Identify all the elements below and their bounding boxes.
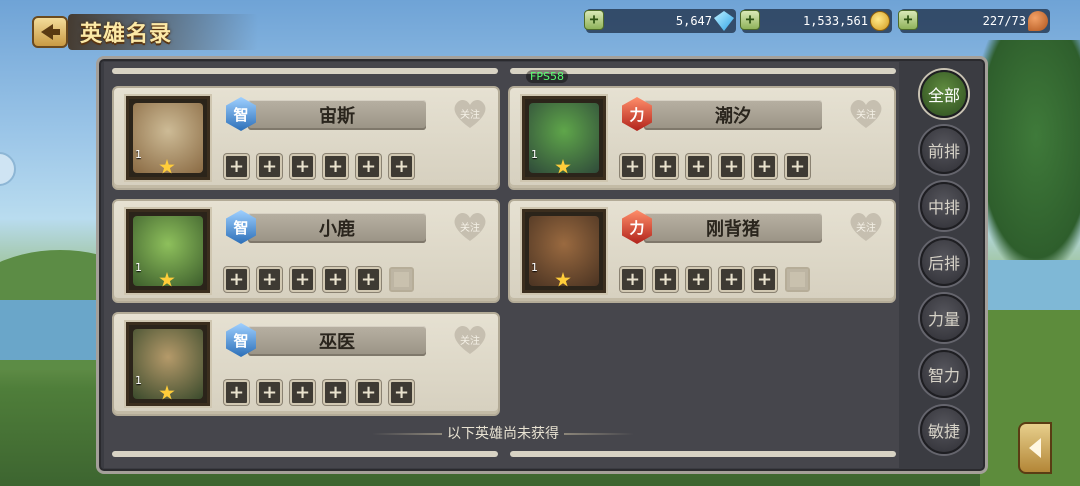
gold-counter: + 1,533,561 xyxy=(740,9,892,33)
back-button[interactable] xyxy=(32,16,68,48)
hero-name: 小鹿 xyxy=(248,213,426,243)
equipment-slots: + + + + + + xyxy=(620,154,810,179)
equipment-slots: + + + + + + xyxy=(224,380,414,405)
meat-icon xyxy=(1028,11,1048,31)
equipment-slot-add[interactable]: + xyxy=(356,267,381,292)
unowned-divider: 以下英雄尚未获得 xyxy=(372,424,634,442)
equipment-slots: + + + + + + xyxy=(224,154,414,179)
hero-level: 1 xyxy=(135,148,142,161)
equipment-slot-empty[interactable] xyxy=(389,267,414,292)
equipment-slot-add[interactable]: + xyxy=(389,154,414,179)
follow-heart-button[interactable]: 关注 xyxy=(452,322,488,356)
scroll-edge-bottom-right xyxy=(510,451,896,457)
equipment-slot-add[interactable]: + xyxy=(686,267,711,292)
equipment-slot-add[interactable]: + xyxy=(356,380,381,405)
equipment-slot-add[interactable]: + xyxy=(785,154,810,179)
chevron-left-icon xyxy=(1029,438,1041,458)
back-arrow-icon xyxy=(41,24,60,40)
equipment-slot-add[interactable]: + xyxy=(323,267,348,292)
hero-card[interactable]: 1 宙斯智关注 + + + + + + xyxy=(112,86,500,190)
filter-button[interactable]: 后排 xyxy=(920,238,968,286)
gold-value: 1,533,561 xyxy=(802,14,868,28)
equipment-slot-add[interactable]: + xyxy=(752,154,777,179)
equipment-slot-add[interactable]: + xyxy=(323,380,348,405)
side-panel-toggle[interactable] xyxy=(1018,422,1052,474)
follow-heart-button[interactable]: 关注 xyxy=(452,96,488,130)
unowned-divider-text: 以下英雄尚未获得 xyxy=(447,426,559,442)
scroll-edge-top-left xyxy=(112,68,498,74)
equipment-slot-add[interactable]: + xyxy=(653,154,678,179)
equipment-slot-add[interactable]: + xyxy=(686,154,711,179)
hero-portrait[interactable]: 1 xyxy=(126,322,210,406)
hero-name: 巫医 xyxy=(248,326,426,356)
hero-name: 潮汐 xyxy=(644,100,822,130)
follow-label: 关注 xyxy=(460,110,480,121)
filter-button[interactable]: 智力 xyxy=(920,350,968,398)
hero-level: 1 xyxy=(135,261,142,274)
filter-button[interactable]: 前排 xyxy=(920,126,968,174)
equipment-slot-add[interactable]: + xyxy=(719,154,744,179)
hero-portrait[interactable]: 1 xyxy=(522,209,606,293)
equipment-slot-add[interactable]: + xyxy=(356,154,381,179)
equipment-slot-empty[interactable] xyxy=(785,267,810,292)
equipment-slot-add[interactable]: + xyxy=(224,380,249,405)
hero-name: 刚背猪 xyxy=(644,213,822,243)
equipment-slot-add[interactable]: + xyxy=(290,380,315,405)
equipment-slot-add[interactable]: + xyxy=(257,380,282,405)
equipment-slot-add[interactable]: + xyxy=(389,380,414,405)
equipment-slot-add[interactable]: + xyxy=(224,267,249,292)
filter-button[interactable]: 敏捷 xyxy=(920,406,968,454)
equipment-slot-add[interactable]: + xyxy=(257,154,282,179)
filter-column: 全部前排中排后排力量智力敏捷 xyxy=(904,70,984,454)
follow-label: 关注 xyxy=(460,223,480,234)
hero-card[interactable]: 1 小鹿智关注 + + + + + xyxy=(112,199,500,303)
hero-card[interactable]: 1 潮汐力关注 + + + + + + xyxy=(508,86,896,190)
add-gems-button[interactable]: + xyxy=(584,10,604,30)
hero-portrait[interactable]: 1 xyxy=(126,96,210,180)
gems-counter: + 5,647 xyxy=(584,9,736,33)
hero-level: 1 xyxy=(531,148,538,161)
gold-coins-icon xyxy=(870,11,890,31)
hero-card[interactable]: 1 巫医智关注 + + + + + + xyxy=(112,312,500,416)
equipment-slot-add[interactable]: + xyxy=(620,267,645,292)
follow-heart-button[interactable]: 关注 xyxy=(848,96,884,130)
filter-button[interactable]: 力量 xyxy=(920,294,968,342)
equipment-slot-add[interactable]: + xyxy=(719,267,744,292)
equipment-slot-add[interactable]: + xyxy=(653,267,678,292)
equipment-slot-add[interactable]: + xyxy=(224,154,249,179)
hero-name: 宙斯 xyxy=(248,100,426,130)
hero-level: 1 xyxy=(531,261,538,274)
equipment-slots: + + + + + xyxy=(620,267,810,292)
scroll-edge-bottom-left xyxy=(112,451,498,457)
diamond-icon xyxy=(714,11,734,31)
equipment-slot-add[interactable]: + xyxy=(290,267,315,292)
follow-label: 关注 xyxy=(856,110,876,121)
hero-portrait[interactable]: 1 xyxy=(522,96,606,180)
equipment-slots: + + + + + xyxy=(224,267,414,292)
add-stamina-button[interactable]: + xyxy=(898,10,918,30)
hero-card[interactable]: 1 刚背猪力关注 + + + + + xyxy=(508,199,896,303)
stamina-value: 227/73 xyxy=(982,14,1026,28)
hero-portrait[interactable]: 1 xyxy=(126,209,210,293)
equipment-slot-add[interactable]: + xyxy=(752,267,777,292)
scroll-edge-top-right xyxy=(510,68,896,74)
equipment-slot-add[interactable]: + xyxy=(323,154,348,179)
add-gold-button[interactable]: + xyxy=(740,10,760,30)
equipment-slot-add[interactable]: + xyxy=(620,154,645,179)
fps-counter: FPS58 xyxy=(526,70,568,83)
follow-heart-button[interactable]: 关注 xyxy=(452,209,488,243)
filter-button[interactable]: 全部 xyxy=(920,70,968,118)
follow-label: 关注 xyxy=(856,223,876,234)
gems-value: 5,647 xyxy=(675,14,712,28)
follow-label: 关注 xyxy=(460,336,480,347)
page-title: 英雄名录 xyxy=(80,22,173,47)
equipment-slot-add[interactable]: + xyxy=(257,267,282,292)
filter-button[interactable]: 中排 xyxy=(920,182,968,230)
stamina-counter: + 227/73 xyxy=(898,9,1050,33)
hero-level: 1 xyxy=(135,374,142,387)
side-bubble-button[interactable] xyxy=(0,152,16,186)
equipment-slot-add[interactable]: + xyxy=(290,154,315,179)
follow-heart-button[interactable]: 关注 xyxy=(848,209,884,243)
background-sea xyxy=(0,300,110,360)
